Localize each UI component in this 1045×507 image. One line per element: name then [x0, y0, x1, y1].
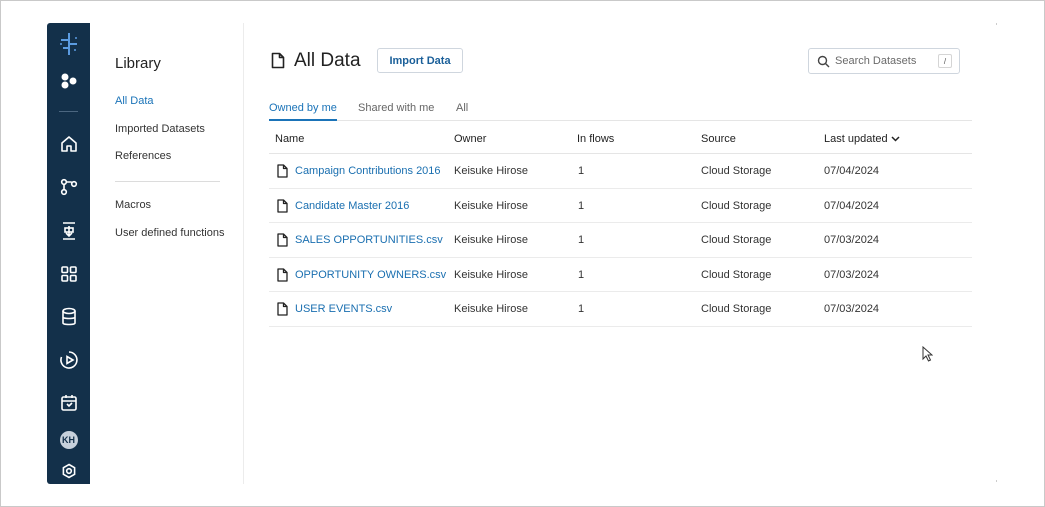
- table-row[interactable]: OPPORTUNITY OWNERS.csv Keisuke Hirose 1 Clo…: [269, 258, 972, 292]
- dataset-source: Cloud Storage: [701, 303, 772, 315]
- transform-icon[interactable]: [47, 219, 90, 243]
- library-panel: Library All Data Imported Datasets Refer…: [90, 23, 244, 484]
- sort-desc-icon: [891, 136, 900, 142]
- dataset-last-updated: 07/04/2024: [824, 199, 880, 212]
- dataset-owner: Keisuke Hirose: [454, 165, 528, 177]
- dataset-source: Cloud Storage: [701, 199, 772, 212]
- dataset-in-flows: 1: [578, 268, 585, 281]
- table-row[interactable]: Candidate Master 2016 Keisuke Hirose 1 Clou…: [269, 189, 972, 223]
- table-row[interactable]: SALES OPPORTUNITIES.csv Keisuke Hirose 1 Cl…: [269, 223, 972, 258]
- file-icon: [271, 52, 285, 74]
- dataset-name-link[interactable]: Campaign Contributions 2016: [295, 165, 441, 177]
- dataset-in-flows: 1: [578, 234, 585, 246]
- library-item-user-defined-functions[interactable]: User defined functions: [115, 227, 224, 239]
- main-content: All Data Import Data / Owned by me Share…: [244, 23, 999, 484]
- library-item-all-data[interactable]: All Data: [115, 95, 154, 107]
- dataset-name-link[interactable]: SALES OPPORTUNITIES.csv: [295, 234, 443, 246]
- dataset-in-flows: 1: [578, 165, 585, 177]
- import-data-button[interactable]: Import Data: [377, 48, 463, 73]
- mouse-cursor-icon: [922, 345, 934, 367]
- column-header-last-updated-label: Last updated: [824, 133, 888, 145]
- dataset-source: Cloud Storage: [701, 234, 772, 246]
- database-icon[interactable]: [47, 305, 90, 329]
- page-title: All Data: [294, 50, 361, 71]
- dataset-owner: Keisuke Hirose: [454, 303, 528, 315]
- home-icon[interactable]: [47, 132, 90, 156]
- tab-shared-with-me[interactable]: Shared with me: [358, 102, 434, 119]
- dataset-last-updated: 07/04/2024: [824, 165, 880, 177]
- table-header: Name Owner In flows Source Last updated: [269, 121, 972, 154]
- schedule-icon[interactable]: [47, 391, 90, 415]
- tab-bar: Owned by me Shared with me All: [269, 99, 972, 121]
- dataset-source: Cloud Storage: [701, 268, 772, 281]
- scroll-mark-top: [996, 23, 997, 25]
- file-icon: [277, 302, 288, 321]
- flow-icon[interactable]: [47, 175, 90, 199]
- dataset-in-flows: 1: [578, 303, 585, 315]
- search-icon: [817, 55, 830, 68]
- apps-icon[interactable]: [47, 69, 90, 93]
- column-header-name[interactable]: Name: [275, 133, 304, 145]
- settings-icon[interactable]: [47, 459, 90, 483]
- file-icon: [277, 164, 288, 183]
- dataset-last-updated: 07/03/2024: [824, 234, 880, 246]
- play-icon[interactable]: [47, 348, 90, 372]
- search-box[interactable]: /: [808, 48, 960, 74]
- logo-icon[interactable]: [47, 32, 90, 56]
- search-input[interactable]: [835, 55, 935, 67]
- library-title: Library: [115, 55, 161, 72]
- library-divider: [115, 181, 220, 182]
- avatar[interactable]: KH: [47, 428, 90, 452]
- dataset-source: Cloud Storage: [701, 165, 772, 177]
- dataset-owner: Keisuke Hirose: [454, 199, 528, 212]
- dataset-in-flows: 1: [578, 199, 585, 212]
- avatar-initials: KH: [59, 431, 78, 449]
- library-item-references[interactable]: References: [115, 150, 171, 162]
- column-header-last-updated[interactable]: Last updated: [824, 133, 900, 145]
- dataset-last-updated: 07/03/2024: [824, 303, 880, 315]
- tab-owned-by-me[interactable]: Owned by me: [269, 102, 337, 121]
- file-icon: [277, 267, 288, 287]
- grid-icon[interactable]: [47, 262, 90, 286]
- column-header-owner[interactable]: Owner: [454, 133, 486, 145]
- library-item-macros[interactable]: Macros: [115, 199, 151, 211]
- tab-all[interactable]: All: [456, 102, 468, 119]
- dataset-name-link[interactable]: Candidate Master 2016: [295, 200, 409, 212]
- dataset-name-link[interactable]: OPPORTUNITY OWNERS.csv: [295, 269, 446, 281]
- file-icon: [277, 233, 288, 252]
- file-icon: [277, 198, 288, 218]
- search-shortcut-hint: /: [938, 54, 952, 68]
- table-row[interactable]: USER EVENTS.csv Keisuke Hirose 1 Cloud Stor…: [269, 292, 972, 327]
- column-header-in-flows[interactable]: In flows: [577, 133, 614, 145]
- dataset-last-updated: 07/03/2024: [824, 268, 880, 281]
- dataset-owner: Keisuke Hirose: [454, 234, 528, 246]
- dataset-owner: Keisuke Hirose: [454, 268, 528, 281]
- rail-divider: [59, 111, 78, 112]
- table-body: Campaign Contributions 2016 Keisuke Hiros…: [269, 154, 972, 327]
- table-row[interactable]: Campaign Contributions 2016 Keisuke Hiros…: [269, 154, 972, 189]
- dataset-name-link[interactable]: USER EVENTS.csv: [295, 303, 392, 315]
- library-item-imported-datasets[interactable]: Imported Datasets: [115, 123, 205, 135]
- datasets-table: Name Owner In flows Source Last updated …: [269, 121, 972, 327]
- scroll-mark-bottom: [996, 480, 997, 482]
- column-header-source[interactable]: Source: [701, 133, 736, 145]
- nav-rail: KH: [47, 23, 90, 484]
